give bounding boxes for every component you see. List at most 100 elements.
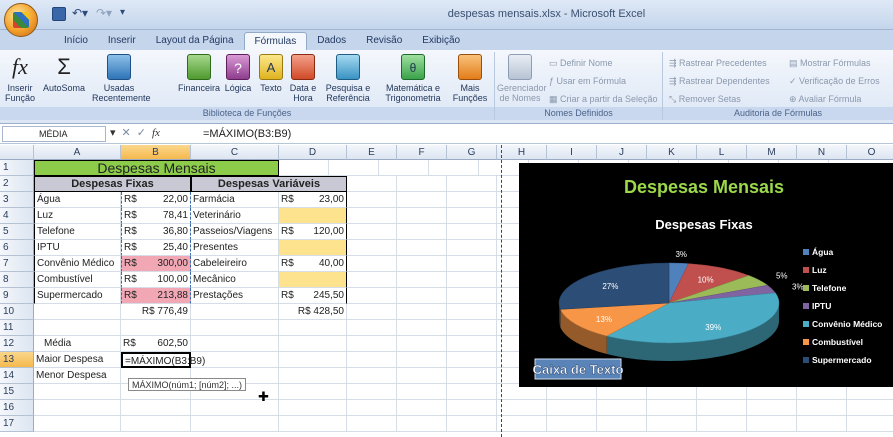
row-header-16[interactable]: 16 — [0, 400, 34, 416]
insert-function-icon[interactable]: fx — [152, 127, 160, 139]
fixed-expense-value[interactable]: R$ 36,80 — [121, 224, 191, 240]
evaluate-formula-button[interactable]: ⊕ Avaliar Fórmula — [789, 94, 861, 105]
cell[interactable] — [347, 400, 397, 416]
cell[interactable] — [447, 304, 497, 320]
cell[interactable] — [697, 400, 747, 416]
name-box[interactable]: MÉDIA — [2, 126, 106, 142]
cell[interactable] — [597, 416, 647, 432]
cell[interactable] — [397, 208, 447, 224]
column-header-A[interactable]: A — [34, 145, 121, 160]
fixed-expense-value[interactable]: R$ 300,00 — [121, 256, 191, 272]
tab-layout-da-página[interactable]: Layout da Página — [146, 32, 244, 50]
cell[interactable] — [447, 400, 497, 416]
cell[interactable] — [447, 288, 497, 304]
variable-expense-name[interactable]: Prestações — [191, 288, 279, 304]
autosum-button[interactable]: Σ AutoSoma — [40, 54, 88, 93]
variable-expense-name[interactable]: Mecânico — [191, 272, 279, 288]
variable-expense-value[interactable] — [279, 208, 347, 224]
cancel-icon[interactable]: ✕ — [122, 126, 131, 139]
cell[interactable] — [279, 160, 329, 176]
cell[interactable] — [447, 352, 497, 368]
column-header-B[interactable]: B — [121, 145, 191, 160]
cell[interactable] — [397, 416, 447, 432]
variable-expense-value[interactable]: R$ 120,00 — [279, 224, 347, 240]
cell[interactable] — [279, 352, 347, 368]
cell[interactable] — [447, 336, 497, 352]
office-button[interactable] — [4, 3, 38, 37]
cell[interactable] — [397, 400, 447, 416]
row-header-3[interactable]: 3 — [0, 192, 34, 208]
cell[interactable] — [447, 368, 497, 384]
row-header-14[interactable]: 14 — [0, 368, 34, 384]
average-value[interactable]: R$ 602,50 — [121, 336, 191, 352]
cell[interactable] — [447, 272, 497, 288]
row-header-6[interactable]: 6 — [0, 240, 34, 256]
row-header-4[interactable]: 4 — [0, 208, 34, 224]
error-checking-button[interactable]: ✓ Verificação de Erros — [789, 76, 880, 87]
row-header-13[interactable]: 13 — [0, 352, 34, 368]
cell[interactable] — [497, 416, 547, 432]
cell[interactable] — [497, 400, 547, 416]
cell[interactable] — [379, 160, 429, 176]
cell[interactable] — [191, 416, 279, 432]
cell[interactable] — [447, 224, 497, 240]
column-header-O[interactable]: O — [847, 145, 893, 160]
fixed-expense-name[interactable]: IPTU — [34, 240, 121, 256]
fixed-expense-value[interactable]: R$ 22,00 — [121, 192, 191, 208]
cell[interactable] — [191, 320, 279, 336]
column-header-E[interactable]: E — [347, 145, 397, 160]
cell[interactable] — [429, 160, 479, 176]
cell[interactable] — [279, 400, 347, 416]
cell[interactable] — [847, 400, 893, 416]
cell[interactable] — [847, 416, 893, 432]
sheet-title[interactable]: Despesas Mensais — [34, 160, 279, 176]
tab-dados[interactable]: Dados — [307, 32, 356, 50]
cell[interactable] — [34, 416, 121, 432]
row-header-9[interactable]: 9 — [0, 288, 34, 304]
total-fixed[interactable]: R$ 776,49 — [121, 304, 191, 320]
column-header-J[interactable]: J — [597, 145, 647, 160]
column-header-K[interactable]: K — [647, 145, 697, 160]
variable-expense-value[interactable] — [279, 240, 347, 256]
cell[interactable] — [397, 304, 447, 320]
cell[interactable] — [397, 256, 447, 272]
cell[interactable] — [647, 416, 697, 432]
variable-expense-name[interactable]: Presentes — [191, 240, 279, 256]
pie-chart[interactable]: Despesas Mensais Despesas Fixas 3% 10% 5% 3% 3… — [519, 163, 893, 387]
variable-expense-name[interactable]: Cabeleireiro — [191, 256, 279, 272]
cell[interactable] — [191, 304, 279, 320]
column-header-N[interactable]: N — [797, 145, 847, 160]
column-header-F[interactable]: F — [397, 145, 447, 160]
fixed-expense-name[interactable]: Supermercado — [34, 288, 121, 304]
cell[interactable] — [397, 192, 447, 208]
column-header-C[interactable]: C — [191, 145, 279, 160]
cell[interactable] — [397, 288, 447, 304]
row-header-5[interactable]: 5 — [0, 224, 34, 240]
row-header-15[interactable]: 15 — [0, 384, 34, 400]
define-name-button[interactable]: ▭ Definir Nome — [549, 58, 613, 69]
cell[interactable] — [347, 416, 397, 432]
show-formulas-button[interactable]: ▤ Mostrar Fórmulas — [789, 58, 871, 69]
cell[interactable] — [397, 272, 447, 288]
tab-fórmulas[interactable]: Fórmulas — [243, 32, 308, 50]
cell[interactable] — [347, 336, 397, 352]
trace-dependents-button[interactable]: ⇶ Rastrear Dependentes — [669, 76, 770, 87]
cell[interactable] — [447, 176, 497, 192]
fixed-expense-value[interactable]: R$ 25,40 — [121, 240, 191, 256]
cell[interactable] — [397, 176, 447, 192]
row-header-17[interactable]: 17 — [0, 416, 34, 432]
cell[interactable] — [397, 384, 447, 400]
fixed-expense-name[interactable]: Água — [34, 192, 121, 208]
row-header-8[interactable]: 8 — [0, 272, 34, 288]
cell[interactable] — [279, 384, 347, 400]
fixed-expense-name[interactable]: Luz — [34, 208, 121, 224]
text-button[interactable]: A Texto — [256, 54, 286, 93]
variable-expense-name[interactable]: Farmácia — [191, 192, 279, 208]
cell[interactable] — [347, 224, 397, 240]
create-from-selection-button[interactable]: ▦ Criar a partir da Seleção — [549, 94, 658, 105]
logical-button[interactable]: ? Lógica — [222, 54, 254, 93]
more-functions-button[interactable]: Mais Funções — [448, 54, 492, 103]
variable-expense-value[interactable]: R$ 245,50 — [279, 288, 347, 304]
cell[interactable] — [34, 384, 121, 400]
cell[interactable] — [797, 400, 847, 416]
